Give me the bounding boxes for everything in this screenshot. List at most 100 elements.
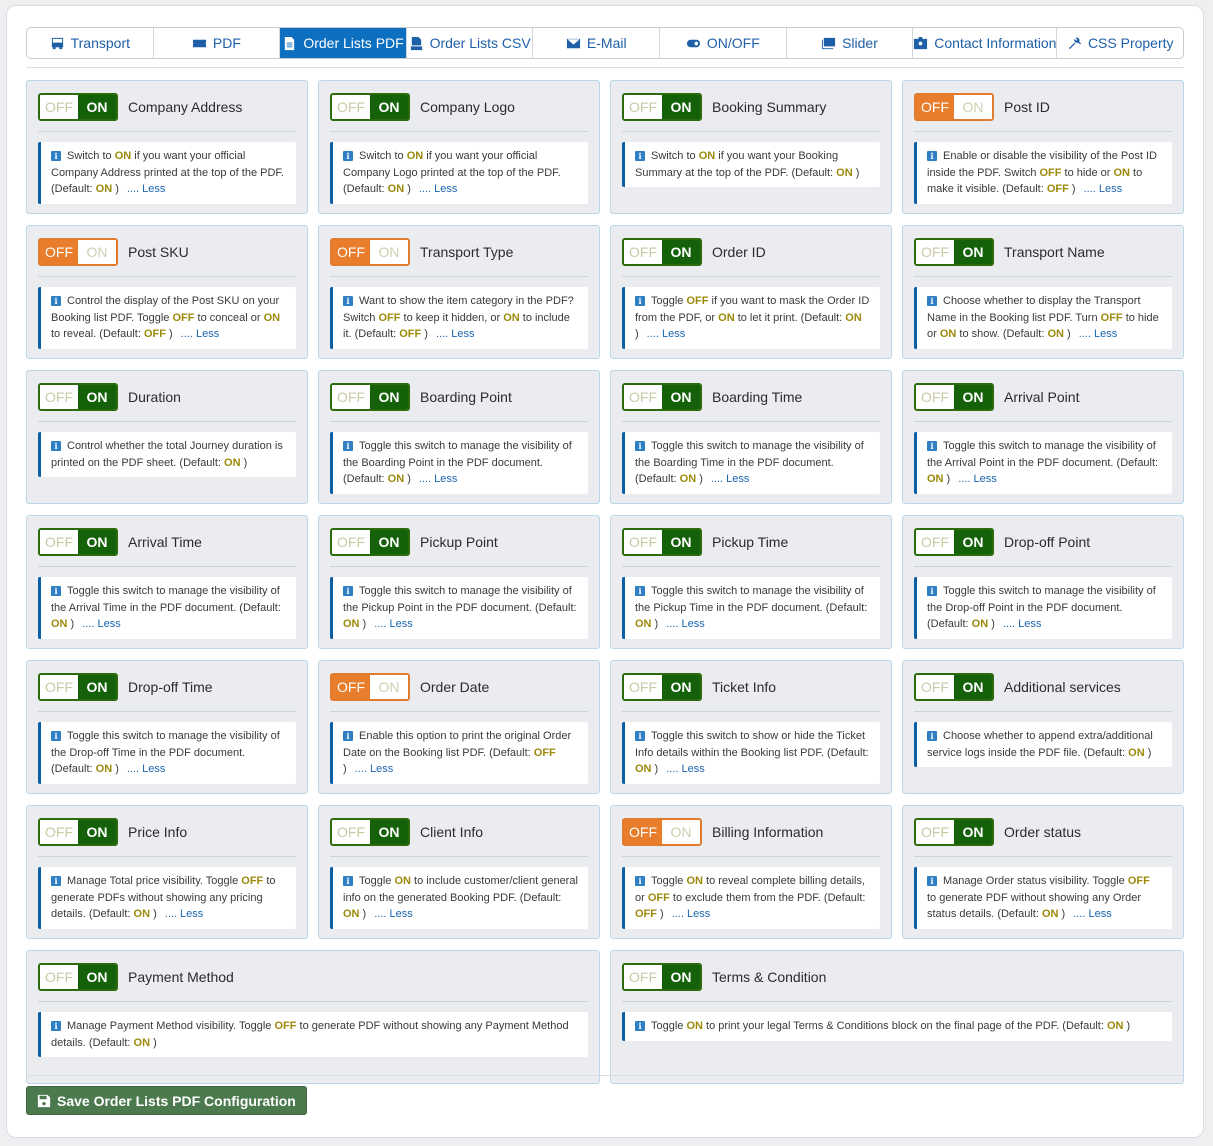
less-link[interactable]: .... Less <box>958 473 997 485</box>
switch-on-label[interactable]: ON <box>662 965 700 989</box>
less-link[interactable]: .... Less <box>419 183 458 195</box>
switch-on-label[interactable]: ON <box>78 95 116 119</box>
switch-off-label[interactable]: OFF <box>624 675 662 699</box>
toggle-switch-billing-information[interactable]: OFF ON <box>622 818 702 846</box>
toggle-switch-post-sku[interactable]: OFF ON <box>38 238 118 266</box>
toggle-switch-company-address[interactable]: OFF ON <box>38 93 118 121</box>
toggle-switch-ticket-info[interactable]: OFF ON <box>622 673 702 701</box>
switch-on-label[interactable]: ON <box>662 385 700 409</box>
switch-off-label[interactable]: OFF <box>916 240 954 264</box>
toggle-switch-boarding-time[interactable]: OFF ON <box>622 383 702 411</box>
switch-off-label[interactable]: OFF <box>624 820 662 844</box>
less-link[interactable]: .... Less <box>127 183 166 195</box>
switch-on-label[interactable]: ON <box>954 530 992 554</box>
tab-slider[interactable]: Slider <box>787 28 914 58</box>
switch-off-label[interactable]: OFF <box>916 530 954 554</box>
toggle-switch-boarding-point[interactable]: OFF ON <box>330 383 410 411</box>
tab-order-lists-csv[interactable]: Order Lists CSV <box>407 28 534 58</box>
less-link[interactable]: .... Less <box>666 763 705 775</box>
switch-off-label[interactable]: OFF <box>332 820 370 844</box>
switch-off-label[interactable]: OFF <box>40 240 78 264</box>
toggle-switch-additional-services[interactable]: OFF ON <box>914 673 994 701</box>
switch-off-label[interactable]: OFF <box>624 530 662 554</box>
switch-on-label[interactable]: ON <box>370 530 408 554</box>
switch-on-label[interactable]: ON <box>662 675 700 699</box>
switch-on-label[interactable]: ON <box>78 530 116 554</box>
tab-transport[interactable]: Transport <box>27 28 154 58</box>
switch-off-label[interactable]: OFF <box>332 675 370 699</box>
switch-on-label[interactable]: ON <box>662 95 700 119</box>
less-link[interactable]: .... Less <box>374 618 413 630</box>
less-link[interactable]: .... Less <box>1079 328 1118 340</box>
switch-on-label[interactable]: ON <box>370 95 408 119</box>
toggle-switch-order-date[interactable]: OFF ON <box>330 673 410 701</box>
switch-off-label[interactable]: OFF <box>332 530 370 554</box>
switch-on-label[interactable]: ON <box>370 385 408 409</box>
tab-e-mail[interactable]: E-Mail <box>533 28 661 58</box>
toggle-switch-booking-summary[interactable]: OFF ON <box>622 93 702 121</box>
less-link[interactable]: .... Less <box>647 328 686 340</box>
save-configuration-button[interactable]: Save Order Lists PDF Configuration <box>26 1086 307 1115</box>
toggle-switch-company-logo[interactable]: OFF ON <box>330 93 410 121</box>
tab-order-lists-pdf[interactable]: Order Lists PDF <box>280 28 407 58</box>
less-link[interactable]: .... Less <box>165 908 204 920</box>
toggle-switch-arrival-time[interactable]: OFF ON <box>38 528 118 556</box>
switch-on-label[interactable]: ON <box>370 240 408 264</box>
less-link[interactable]: .... Less <box>355 763 394 775</box>
switch-on-label[interactable]: ON <box>78 385 116 409</box>
tab-css-property[interactable]: CSS Property <box>1057 28 1183 58</box>
less-link[interactable]: .... Less <box>666 618 705 630</box>
toggle-switch-order-id[interactable]: OFF ON <box>622 238 702 266</box>
switch-off-label[interactable]: OFF <box>624 965 662 989</box>
less-link[interactable]: .... Less <box>436 328 475 340</box>
toggle-switch-arrival-point[interactable]: OFF ON <box>914 383 994 411</box>
less-link[interactable]: .... Less <box>127 763 166 775</box>
less-link[interactable]: .... Less <box>1073 908 1112 920</box>
switch-on-label[interactable]: ON <box>662 240 700 264</box>
toggle-switch-duration[interactable]: OFF ON <box>38 383 118 411</box>
switch-off-label[interactable]: OFF <box>624 95 662 119</box>
switch-off-label[interactable]: OFF <box>916 95 954 119</box>
tab-contact-information[interactable]: Contact Information <box>913 28 1058 58</box>
less-link[interactable]: .... Less <box>82 618 121 630</box>
switch-on-label[interactable]: ON <box>78 240 116 264</box>
switch-off-label[interactable]: OFF <box>40 820 78 844</box>
less-link[interactable]: .... Less <box>711 473 750 485</box>
less-link[interactable]: .... Less <box>1003 618 1042 630</box>
tab-on-off[interactable]: ON/OFF <box>660 28 787 58</box>
less-link[interactable]: .... Less <box>419 473 458 485</box>
less-link[interactable]: .... Less <box>672 908 711 920</box>
switch-off-label[interactable]: OFF <box>40 530 78 554</box>
switch-off-label[interactable]: OFF <box>40 675 78 699</box>
switch-off-label[interactable]: OFF <box>624 385 662 409</box>
toggle-switch-client-info[interactable]: OFF ON <box>330 818 410 846</box>
switch-on-label[interactable]: ON <box>370 675 408 699</box>
toggle-switch-pickup-time[interactable]: OFF ON <box>622 528 702 556</box>
switch-off-label[interactable]: OFF <box>916 820 954 844</box>
switch-on-label[interactable]: ON <box>78 965 116 989</box>
switch-on-label[interactable]: ON <box>370 820 408 844</box>
switch-on-label[interactable]: ON <box>954 675 992 699</box>
toggle-switch-pickup-point[interactable]: OFF ON <box>330 528 410 556</box>
toggle-switch-transport-name[interactable]: OFF ON <box>914 238 994 266</box>
switch-off-label[interactable]: OFF <box>40 385 78 409</box>
switch-off-label[interactable]: OFF <box>332 240 370 264</box>
switch-on-label[interactable]: ON <box>78 675 116 699</box>
switch-off-label[interactable]: OFF <box>332 385 370 409</box>
switch-off-label[interactable]: OFF <box>40 965 78 989</box>
switch-off-label[interactable]: OFF <box>916 385 954 409</box>
toggle-switch-order-status[interactable]: OFF ON <box>914 818 994 846</box>
less-link[interactable]: .... Less <box>1084 183 1123 195</box>
less-link[interactable]: .... Less <box>181 328 220 340</box>
switch-off-label[interactable]: OFF <box>332 95 370 119</box>
switch-off-label[interactable]: OFF <box>624 240 662 264</box>
less-link[interactable]: .... Less <box>374 908 413 920</box>
switch-on-label[interactable]: ON <box>954 95 992 119</box>
switch-on-label[interactable]: ON <box>954 820 992 844</box>
toggle-switch-drop-off-time[interactable]: OFF ON <box>38 673 118 701</box>
switch-off-label[interactable]: OFF <box>40 95 78 119</box>
switch-on-label[interactable]: ON <box>662 530 700 554</box>
switch-on-label[interactable]: ON <box>662 820 700 844</box>
switch-on-label[interactable]: ON <box>954 385 992 409</box>
toggle-switch-post-id[interactable]: OFF ON <box>914 93 994 121</box>
